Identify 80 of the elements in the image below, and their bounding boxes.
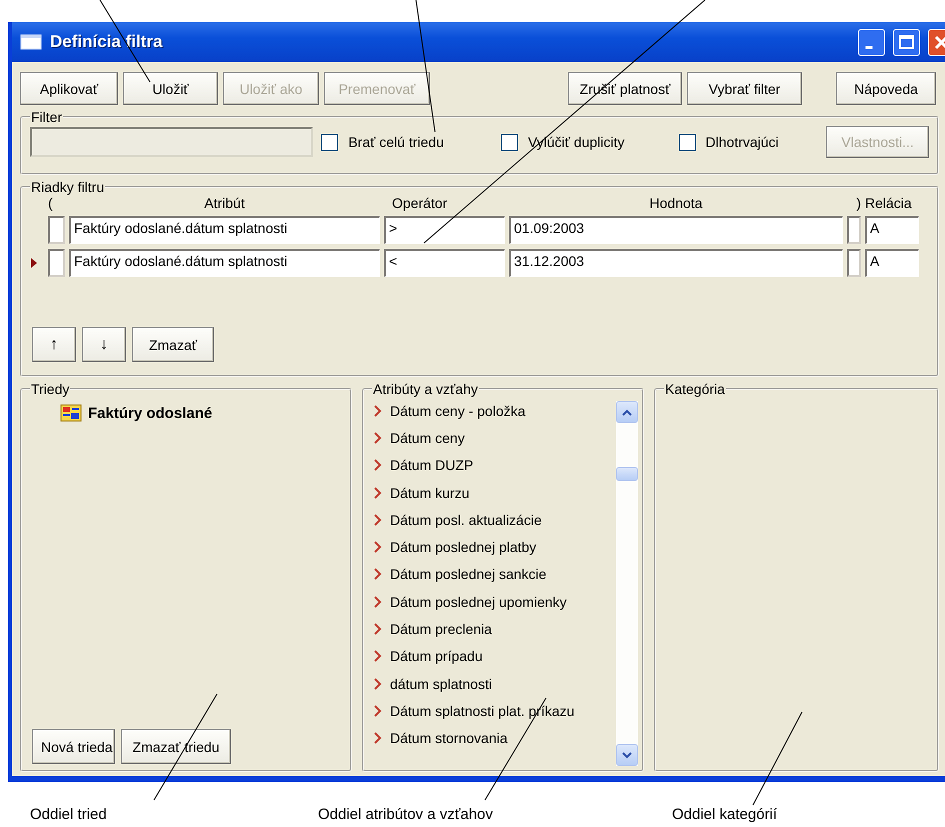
chevron-icon: [374, 432, 382, 444]
chevron-icon: [374, 596, 382, 608]
chevron-icon: [374, 404, 382, 417]
minimize-icon: [864, 46, 872, 48]
attribute-item[interactable]: Dátum ceny - položka: [372, 397, 616, 424]
attribute-item[interactable]: Dátum DUZP: [372, 452, 616, 479]
column-header: (: [48, 195, 53, 211]
group-title: Atribúty a vzťahy: [372, 381, 479, 397]
attribute-item[interactable]: Dátum preclenia: [372, 615, 616, 643]
operator-field[interactable]: <: [384, 249, 505, 277]
tree-item[interactable]: Faktúry odoslané: [88, 404, 212, 422]
scroll-up-button[interactable]: [616, 401, 638, 423]
relation-field[interactable]: A: [865, 216, 919, 244]
attribute-field[interactable]: Faktúry odoslané.dátum splatnosti: [69, 249, 380, 277]
chevron-icon: [374, 678, 382, 690]
group-title: Triedy: [30, 381, 70, 397]
chevron-icon: [374, 486, 382, 499]
chevron-icon: [374, 514, 382, 526]
attribute-item[interactable]: dátum splatnosti: [372, 670, 616, 698]
attribute-field[interactable]: Faktúry odoslané.dátum splatnosti: [69, 216, 380, 244]
column-header: Hodnota: [650, 195, 702, 211]
scrollbar-thumb[interactable]: [616, 467, 638, 481]
toolbar-button[interactable]: Nápoveda: [836, 72, 936, 105]
column-header: Atribút: [204, 195, 245, 211]
chevron-icon: [374, 541, 382, 554]
attribute-item[interactable]: Dátum poslednej upomienky: [372, 588, 616, 616]
new-class-button[interactable]: Nová trieda: [32, 729, 115, 764]
maximize-icon: [897, 32, 916, 52]
operator-field[interactable]: >: [384, 216, 505, 244]
chevron-icon: [374, 568, 382, 580]
attribute-item[interactable]: Dátum kurzu: [372, 478, 616, 506]
chevron-icon: [374, 732, 382, 744]
attribute-item[interactable]: Dátum poslednej platby: [372, 533, 616, 561]
toolbar-button[interactable]: Uložiť: [123, 72, 218, 105]
attribute-item[interactable]: Dátum posl. aktualizácie: [372, 506, 616, 534]
relation-field[interactable]: A: [865, 249, 919, 277]
group-title: Filter: [30, 109, 64, 125]
checkbox-label: Dlhotrvajúci: [706, 134, 779, 150]
caret-up-icon: [622, 408, 632, 416]
paren-field[interactable]: [48, 249, 65, 277]
delete-class-button[interactable]: Zmazať triedu: [121, 729, 231, 764]
column-header: Operátor: [392, 195, 448, 211]
minimize-button[interactable]: [858, 28, 885, 56]
checkbox-label: Brať celú triedu: [348, 134, 444, 150]
checkbox-option[interactable]: Brať celú triedu: [321, 134, 493, 150]
checkbox[interactable]: [321, 134, 338, 150]
paren-field[interactable]: [847, 216, 861, 244]
move-down-button[interactable]: ↓: [82, 327, 126, 362]
callout-label: Oddiel kategórií: [672, 806, 778, 823]
group-title: Kategória: [664, 381, 726, 397]
window-icon: [20, 34, 42, 50]
scroll-down-button[interactable]: [616, 744, 638, 766]
caret-down-icon: [622, 752, 632, 758]
checkbox[interactable]: [500, 134, 518, 150]
window-title: Definícia filtra: [50, 32, 164, 52]
attribute-item[interactable]: Dátum stornovania: [372, 724, 616, 752]
chevron-icon: [374, 704, 382, 717]
toolbar-button[interactable]: Vybrať filter: [687, 72, 802, 105]
toolbar-button[interactable]: Aplikovať: [20, 72, 118, 105]
group-title: Riadky filtru: [30, 179, 106, 195]
callout-label: Oddiel atribútov a vzťahov: [318, 806, 493, 823]
chevron-icon: [374, 650, 382, 662]
value-field[interactable]: 01.09:2003: [509, 216, 843, 244]
delete-row-button[interactable]: Zmazať: [132, 327, 214, 362]
class-icon: [60, 403, 82, 423]
callout-label: Oddiel tried: [30, 806, 107, 823]
chevron-icon: [374, 459, 382, 472]
column-header: Relácia: [865, 195, 912, 211]
checkbox[interactable]: [678, 134, 696, 150]
column-header: ): [856, 195, 861, 211]
chevron-icon: [374, 623, 382, 636]
attribute-item[interactable]: Dátum ceny: [372, 424, 616, 452]
maximize-button[interactable]: [893, 28, 920, 56]
paren-field[interactable]: [847, 249, 861, 277]
paren-field[interactable]: [48, 216, 65, 244]
attribute-item[interactable]: Dátum poslednej sankcie: [372, 560, 616, 588]
attribute-item[interactable]: Dátum prípadu: [372, 642, 616, 670]
value-field[interactable]: 31.12.2003: [509, 249, 843, 277]
checkbox-option[interactable]: Dlhotrvajúci: [678, 134, 818, 150]
move-up-button[interactable]: ↑: [32, 327, 76, 362]
